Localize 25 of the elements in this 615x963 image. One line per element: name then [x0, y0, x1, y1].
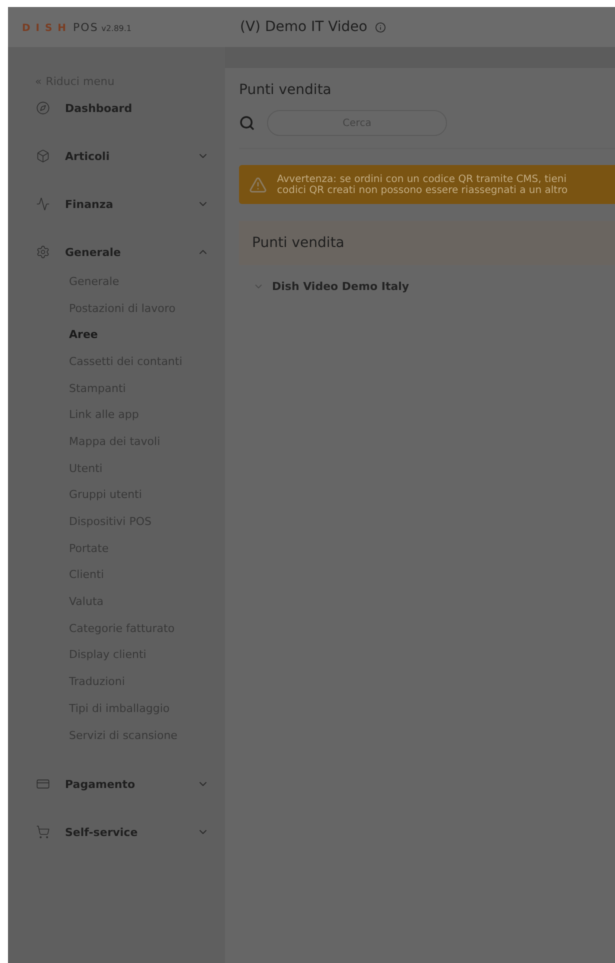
sidebar-item[interactable]: Generale	[8, 240, 225, 264]
page-title: Punti vendita	[239, 82, 332, 98]
box-icon	[36, 149, 50, 163]
warning-text: codici QR creati non possono essere riassegnati a un altro	[277, 184, 568, 196]
pulse-icon	[36, 197, 50, 211]
info-icon[interactable]	[375, 22, 386, 32]
compass-icon	[36, 101, 50, 115]
brand-logo: D I S H	[22, 22, 68, 34]
warning-text: Avvertenza: se ordini con un codice QR tramite CMS, tieni	[277, 174, 568, 184]
sidebar-item[interactable]: Finanza	[8, 192, 225, 216]
settings-icon	[36, 245, 50, 259]
product-name: POS	[73, 20, 98, 34]
search-icon	[239, 115, 255, 131]
section-title: Punti vendita	[252, 235, 344, 251]
sidebar-item[interactable]: Self-service	[8, 820, 225, 844]
sidebar-item[interactable]: Articoli	[8, 144, 225, 168]
sidebar-item[interactable]: Pagamento	[8, 772, 225, 796]
warning-icon	[249, 176, 267, 194]
venue-title: (V) Demo IT Video	[240, 19, 368, 35]
cart-icon	[36, 825, 50, 840]
card-icon	[36, 777, 50, 792]
tree-item[interactable]: Dish Video Demo Italy	[253, 280, 410, 293]
version-label: v2.89.1	[101, 24, 132, 32]
sidebar-subitem[interactable]: Aree	[8, 321, 225, 348]
sidebar-item[interactable]: Dashboard	[8, 96, 225, 120]
